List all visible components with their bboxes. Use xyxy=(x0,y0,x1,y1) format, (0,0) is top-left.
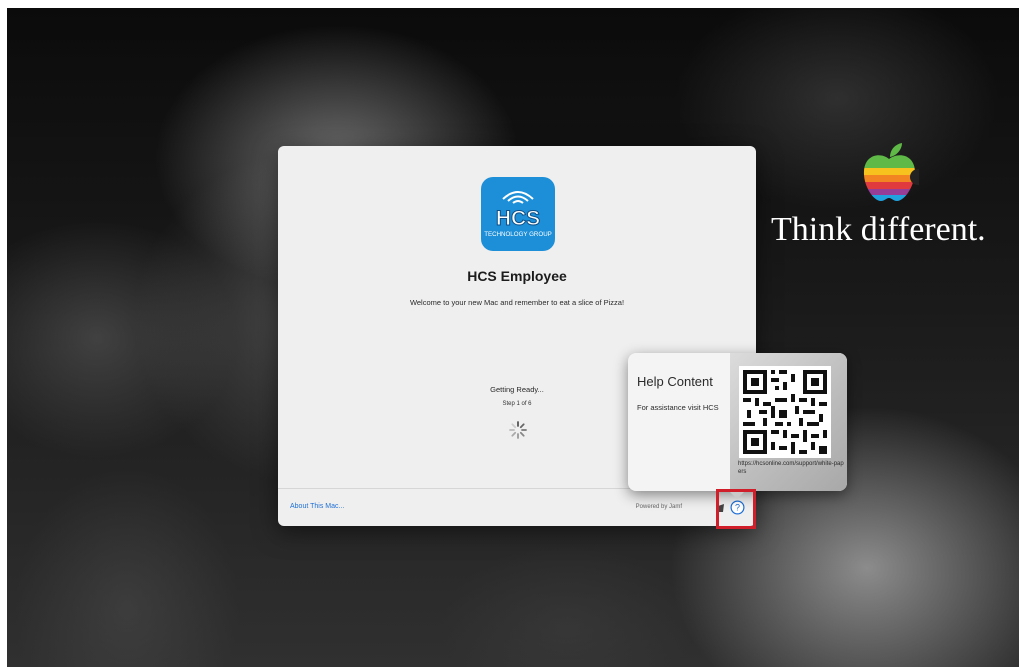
qr-code-panel: https://hcsonline.com/support/white-pape… xyxy=(730,353,847,491)
help-popover-text: For assistance visit HCS xyxy=(637,403,719,412)
help-button-highlight xyxy=(716,489,756,529)
org-logo-subtext: TECHNOLOGY GROUP xyxy=(484,231,552,238)
window-footer: About This Mac... Powered by Jamf ? xyxy=(278,488,756,526)
about-this-mac-link[interactable]: About This Mac... xyxy=(290,503,344,510)
powered-by-label: Powered by Jamf xyxy=(635,504,682,510)
help-popover-title: Help Content xyxy=(637,374,713,389)
qr-code-icon xyxy=(739,366,831,458)
apple-rainbow-logo-icon xyxy=(863,143,919,201)
qr-url-text: https://hcsonline.com/support/white-pape… xyxy=(738,461,844,475)
org-logo-wordmark: HCS xyxy=(496,207,540,230)
welcome-message: Welcome to your new Mac and remember to … xyxy=(409,298,625,307)
hcs-technology-group-logo-icon: HCS TECHNOLOGY GROUP xyxy=(481,177,555,251)
window-title: HCS Employee xyxy=(467,268,567,284)
help-popover: Help Content For assistance visit HCS ht… xyxy=(628,353,847,499)
think-different-slogan: Think different. xyxy=(771,211,986,248)
spinner-icon xyxy=(509,421,527,439)
